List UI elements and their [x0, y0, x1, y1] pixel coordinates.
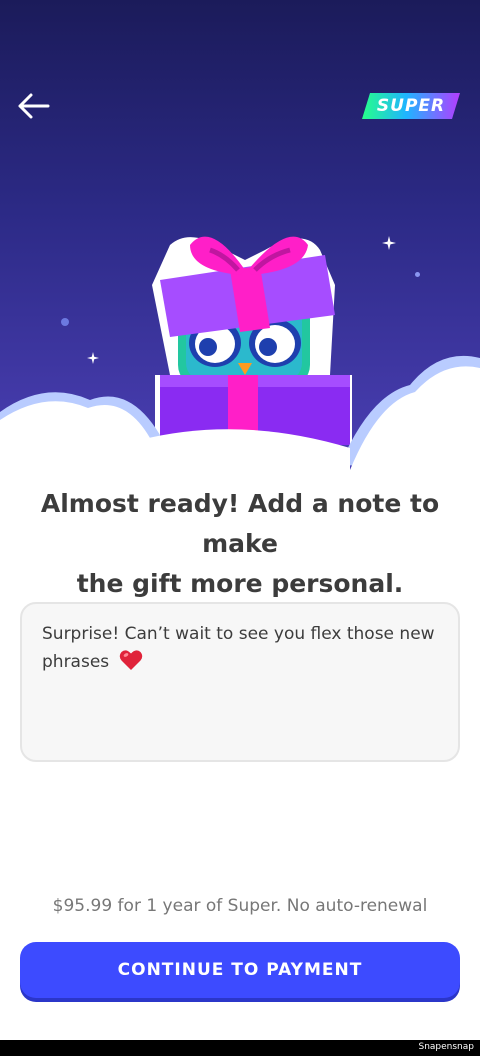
back-button[interactable]	[14, 88, 54, 124]
watermark: Snapensnap	[418, 1042, 474, 1052]
note-text-line-2: phrases	[42, 648, 438, 676]
page-title-line: the gift more personal.	[76, 569, 404, 598]
gift-note-textarea[interactable]: Surprise! Can’t wait to see you flex tho…	[20, 602, 460, 762]
page-title: Almost ready! Add a note to make the gif…	[0, 484, 480, 604]
decor-dot	[415, 272, 420, 277]
clouds-decoration	[0, 355, 480, 470]
page-title-line: Almost ready! Add a note to make	[40, 489, 440, 558]
sparkle-icon	[382, 236, 396, 250]
note-text-word: phrases	[42, 652, 110, 672]
decor-dot	[61, 318, 69, 326]
hero-banner: SUPER	[0, 0, 480, 470]
price-info: $95.99 for 1 year of Super. No auto-rene…	[52, 896, 428, 916]
heart-icon	[119, 650, 142, 670]
super-badge-text: SUPER	[376, 96, 446, 116]
footer-bar	[0, 1040, 480, 1056]
continue-to-payment-button[interactable]: CONTINUE TO PAYMENT	[20, 942, 460, 998]
arrow-left-icon	[18, 93, 50, 119]
note-text-line: Surprise! Can’t wait to see you flex tho…	[42, 624, 435, 644]
